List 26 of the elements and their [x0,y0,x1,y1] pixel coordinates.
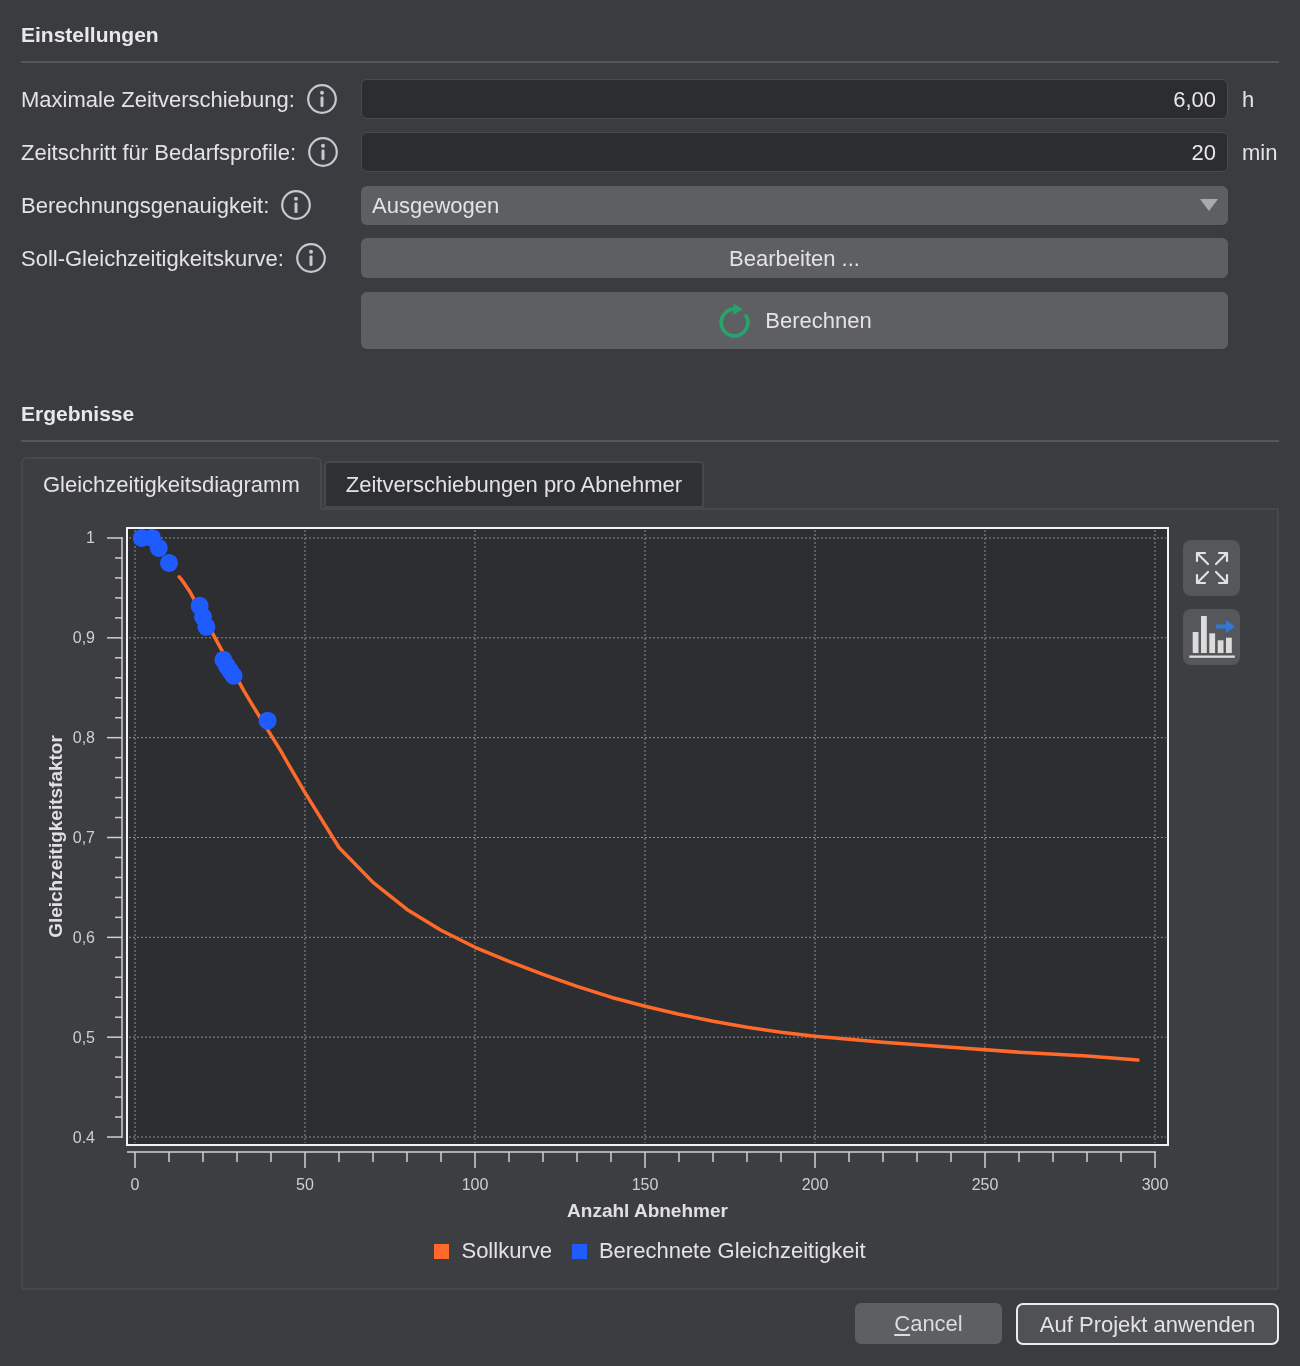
axis-title: Gleichzeitigkeitsfaktor [44,735,66,938]
axis-tick-label: 300 [1141,1175,1169,1193]
axis-tick-label: 0.4 [72,1128,95,1146]
axis-tick-label: 0,9 [72,629,95,647]
axis-tick-label: 250 [971,1175,999,1193]
axis-tick-label: 0,5 [72,1028,95,1046]
axis-tick-label: 1 [86,529,95,547]
field-label: Maximale Zeitverschiebung: [21,85,295,114]
field-label: Soll-Gleichzeitigkeitskurve: [21,244,284,273]
unit-label: min [1242,138,1278,167]
axis-tick-label: 100 [461,1175,489,1193]
axis-tick-label: 0,6 [72,928,95,946]
field-label: Zeitschritt für Bedarfsprofile: [21,138,297,167]
axis-title: Anzahl Abnehmer [567,1199,728,1221]
legend-label: Berechnete Gleichzeitigkeit [598,1239,866,1263]
field-label: Berechnungsgenauigkeit: [21,191,270,220]
axis-tick-label: 0,8 [72,729,95,747]
legend-label: Sollkurve [461,1239,552,1263]
axis-tick-label: 0,7 [72,829,95,846]
unit-label: h [1242,85,1255,114]
axis-tick-label: 0 [130,1175,140,1193]
axis-tick-label: 50 [296,1175,314,1193]
axis-tick-label: 200 [801,1175,829,1193]
section-heading: Ergebnisse [21,401,136,427]
section-heading: Einstellungen [21,22,160,48]
axis-tick-label: 150 [631,1175,659,1193]
